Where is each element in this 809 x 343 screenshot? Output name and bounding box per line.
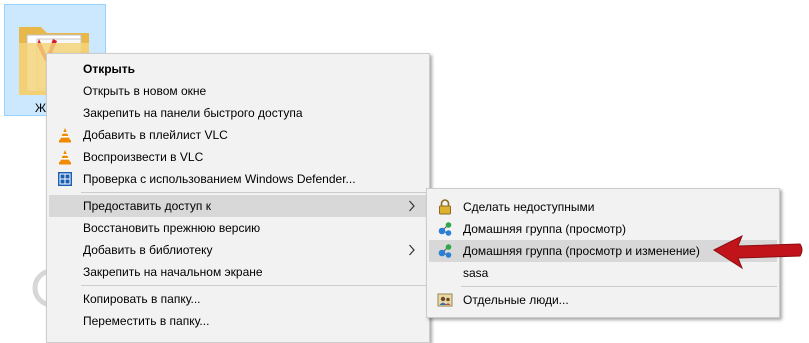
context-menu: Открыть Открыть в новом окне Закрепить н… (46, 53, 430, 343)
people-icon (437, 293, 453, 307)
menu-item-move-to-folder[interactable]: Переместить в папку... (49, 310, 427, 332)
menu-separator (461, 286, 777, 287)
submenu-item-label: Домашняя группа (просмотр) (463, 222, 627, 236)
submenu-item-label: Домашняя группа (просмотр и изменение) (463, 244, 700, 258)
menu-item-copy-to-folder[interactable]: Копировать в папку... (49, 288, 427, 310)
menu-item-label: Переместить в папку... (83, 314, 210, 328)
menu-item-pin-quick-access[interactable]: Закрепить на панели быстрого доступа (49, 102, 427, 124)
menu-item-label: Открыть в новом окне (83, 84, 207, 98)
menu-item-give-access-to[interactable]: Предоставить доступ к (49, 195, 427, 217)
homegroup-icon (438, 222, 452, 236)
menu-separator (81, 285, 427, 286)
menu-item-label: Добавить в плейлист VLC (83, 128, 228, 142)
red-pointer-arrow-icon (712, 234, 803, 270)
menu-item-open-new-window[interactable]: Открыть в новом окне (49, 80, 427, 102)
menu-item-add-to-library[interactable]: Добавить в библиотеку (49, 239, 427, 261)
menu-item-label: Воспроизвести в VLC (83, 150, 204, 164)
menu-item-label: Закрепить на начальном экране (83, 265, 263, 279)
chevron-right-icon (409, 200, 415, 212)
menu-item-label: Копировать в папку... (83, 292, 201, 306)
lock-icon (439, 199, 451, 215)
menu-item-restore-previous-version[interactable]: Восстановить прежнюю версию (49, 217, 427, 239)
vlc-cone-icon (59, 150, 71, 165)
menu-item-label: Предоставить доступ к (83, 199, 211, 213)
menu-item-pin-start[interactable]: Закрепить на начальном экране (49, 261, 427, 283)
submenu-item-label: Сделать недоступными (463, 200, 595, 214)
menu-item-label: Проверка с использованием Windows Defend… (83, 172, 356, 186)
vlc-cone-icon (59, 128, 71, 143)
menu-item-label: Добавить в библиотеку (83, 243, 213, 257)
homegroup-icon (438, 244, 452, 258)
menu-item-label: Открыть (83, 62, 136, 76)
submenu-item-specific-people[interactable]: Отдельные люди... (429, 289, 777, 311)
folder-name-label: Ж (35, 101, 47, 115)
menu-item-play-vlc[interactable]: Воспроизвести в VLC (49, 146, 427, 168)
menu-item-label: Восстановить прежнюю версию (83, 221, 261, 235)
submenu-item-label: Отдельные люди... (463, 293, 569, 307)
submenu-item-make-unavailable[interactable]: Сделать недоступными (429, 196, 777, 218)
submenu-item-label: sasa (463, 266, 489, 280)
menu-item-add-vlc-playlist[interactable]: Добавить в плейлист VLC (49, 124, 427, 146)
windows-defender-icon (58, 172, 72, 186)
chevron-right-icon (409, 244, 415, 256)
menu-item-windows-defender-scan[interactable]: Проверка с использованием Windows Defend… (49, 168, 427, 190)
menu-item-open[interactable]: Открыть (49, 58, 427, 80)
menu-item-label: Закрепить на панели быстрого доступа (83, 106, 303, 120)
menu-separator (81, 192, 427, 193)
